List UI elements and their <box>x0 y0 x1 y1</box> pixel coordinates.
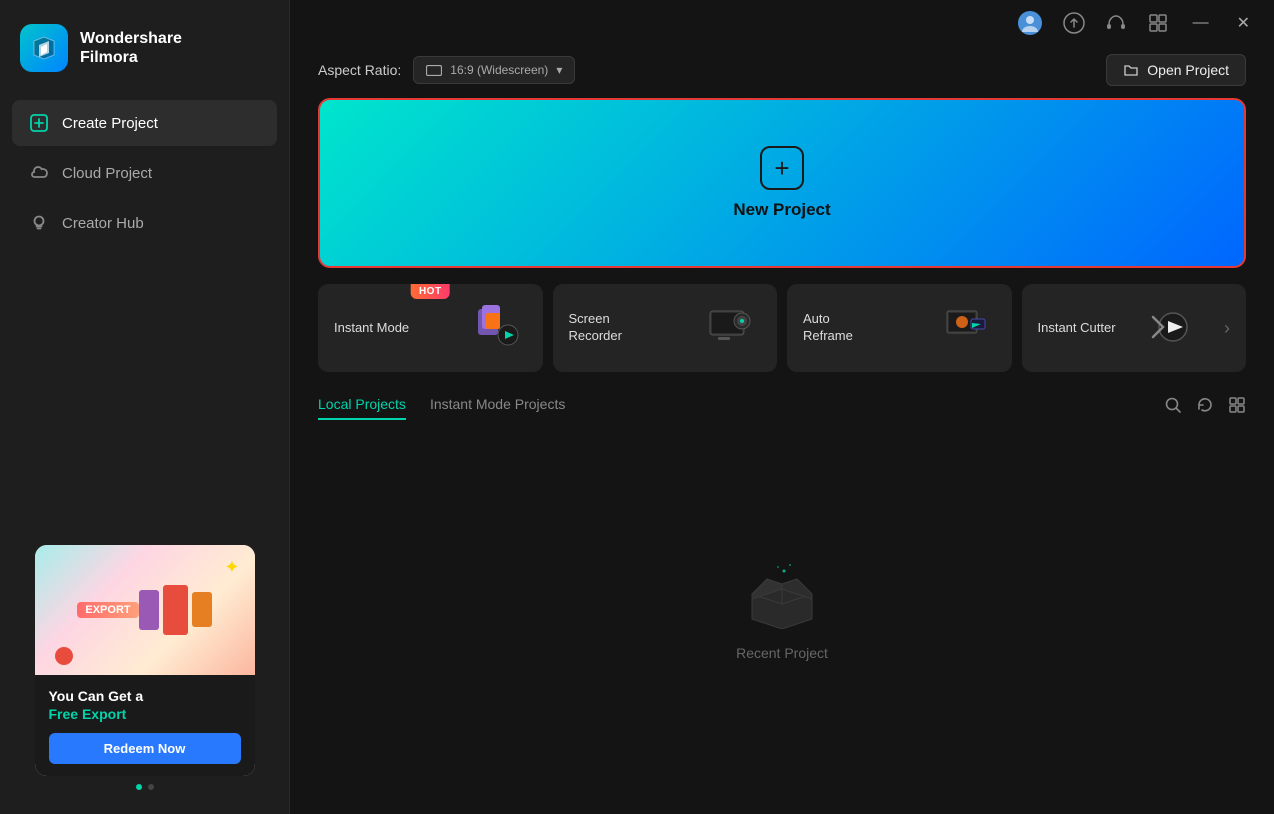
header-left: Aspect Ratio: 16:9 (Widescreen) ▾ <box>318 56 575 84</box>
more-tools-arrow[interactable]: › <box>1224 318 1230 339</box>
dot-2 <box>148 784 154 790</box>
grid-view-button[interactable] <box>1228 396 1246 414</box>
ad-dots <box>16 776 273 794</box>
tool-card-label-screen-recorder: Screen Recorder <box>569 311 649 345</box>
header-right: Open Project <box>1106 54 1246 86</box>
app-logo: Wondershare Filmora <box>0 0 289 92</box>
redeem-button[interactable]: Redeem Now <box>49 733 241 764</box>
hot-badge: HOT <box>411 284 450 299</box>
cloud-icon <box>28 162 50 184</box>
ad-export-badge: Export <box>77 602 138 618</box>
tool-card-img-screen-recorder <box>701 298 761 358</box>
tool-card-screen-recorder[interactable]: Screen Recorder <box>553 284 778 372</box>
tab-instant-mode-projects[interactable]: Instant Mode Projects <box>430 390 565 420</box>
tool-card-auto-reframe[interactable]: Auto Reframe <box>787 284 1012 372</box>
tab-local-projects[interactable]: Local Projects <box>318 390 406 420</box>
avatar-icon[interactable] <box>1017 10 1043 36</box>
tool-card-instant-mode[interactable]: HOT Instant Mode <box>318 284 543 372</box>
aspect-ratio-label: Aspect Ratio: <box>318 62 401 78</box>
new-project-label: New Project <box>733 200 830 220</box>
logo-icon <box>20 24 68 72</box>
refresh-button[interactable] <box>1196 396 1214 414</box>
upload-icon[interactable] <box>1063 12 1085 34</box>
ad-image: Export ✦ <box>35 545 255 675</box>
shape-circle <box>55 647 73 665</box>
tool-card-label-instant-cutter: Instant Cutter <box>1038 320 1116 337</box>
aspect-ratio-select[interactable]: 16:9 (Widescreen) ▾ <box>413 56 575 84</box>
app-title: Wondershare Filmora <box>80 29 182 67</box>
tool-card-img-instant-mode <box>467 298 527 358</box>
empty-state: Recent Project <box>318 436 1246 814</box>
tool-card-instant-cutter[interactable]: Instant Cutter › <box>1022 284 1247 372</box>
grid-icon[interactable] <box>1147 12 1169 34</box>
projects-section: Local Projects Instant Mode Projects <box>290 390 1274 814</box>
shape-2 <box>163 585 188 635</box>
tool-card-label-instant-mode: Instant Mode <box>334 320 409 337</box>
sidebar-item-create-project[interactable]: Create Project <box>12 100 277 146</box>
ad-card[interactable]: Export ✦ You Can Get a Free Export Redee… <box>35 545 255 776</box>
close-button[interactable]: ✕ <box>1233 11 1254 35</box>
search-button[interactable] <box>1164 396 1182 414</box>
sidebar-nav: Create Project Cloud Project Creator Hub <box>0 92 289 254</box>
tool-card-label-auto-reframe: Auto Reframe <box>803 311 883 345</box>
shape-3 <box>192 592 212 627</box>
new-project-banner[interactable]: + New Project <box>318 98 1246 268</box>
projects-actions <box>1164 396 1246 414</box>
main-content: — ✕ Aspect Ratio: 16:9 (Widescreen) ▾ Op… <box>290 0 1274 814</box>
empty-box-illustration <box>732 549 832 629</box>
sidebar: Wondershare Filmora Create Project Cloud… <box>0 0 290 814</box>
lightbulb-icon <box>28 212 50 234</box>
shape-1 <box>139 590 159 630</box>
projects-tabs: Local Projects Instant Mode Projects <box>318 390 589 420</box>
sidebar-item-label-create: Create Project <box>62 115 158 132</box>
empty-state-label: Recent Project <box>736 645 828 661</box>
open-project-label: Open Project <box>1147 62 1229 78</box>
tool-card-img-auto-reframe <box>936 298 996 358</box>
tool-cards-row: HOT Instant Mode Screen Recorder <box>318 284 1246 372</box>
open-project-button[interactable]: Open Project <box>1106 54 1246 86</box>
sidebar-item-label-cloud: Cloud Project <box>62 165 152 182</box>
dropdown-arrow: ▾ <box>556 63 562 77</box>
dot-1 <box>136 784 142 790</box>
sidebar-item-label-creator: Creator Hub <box>62 215 144 232</box>
minimize-button[interactable]: — <box>1189 12 1213 34</box>
content-header: Aspect Ratio: 16:9 (Widescreen) ▾ Open P… <box>290 36 1274 98</box>
plus-square-icon <box>28 112 50 134</box>
projects-tabs-row: Local Projects Instant Mode Projects <box>318 390 1246 420</box>
tool-card-img-instant-cutter <box>1140 298 1200 358</box>
ad-body: You Can Get a Free Export Redeem Now <box>35 675 255 776</box>
star-decoration: ✦ <box>224 557 239 578</box>
window-topbar: — ✕ <box>290 0 1274 36</box>
ad-banner: Export ✦ You Can Get a Free Export Redee… <box>0 545 289 794</box>
sidebar-item-creator-hub[interactable]: Creator Hub <box>12 200 277 246</box>
aspect-ratio-value: 16:9 (Widescreen) <box>450 63 548 77</box>
ad-title: You Can Get a Free Export <box>49 687 241 723</box>
headset-icon[interactable] <box>1105 12 1127 34</box>
sidebar-item-cloud-project[interactable]: Cloud Project <box>12 150 277 196</box>
new-project-plus-icon: + <box>760 146 804 190</box>
